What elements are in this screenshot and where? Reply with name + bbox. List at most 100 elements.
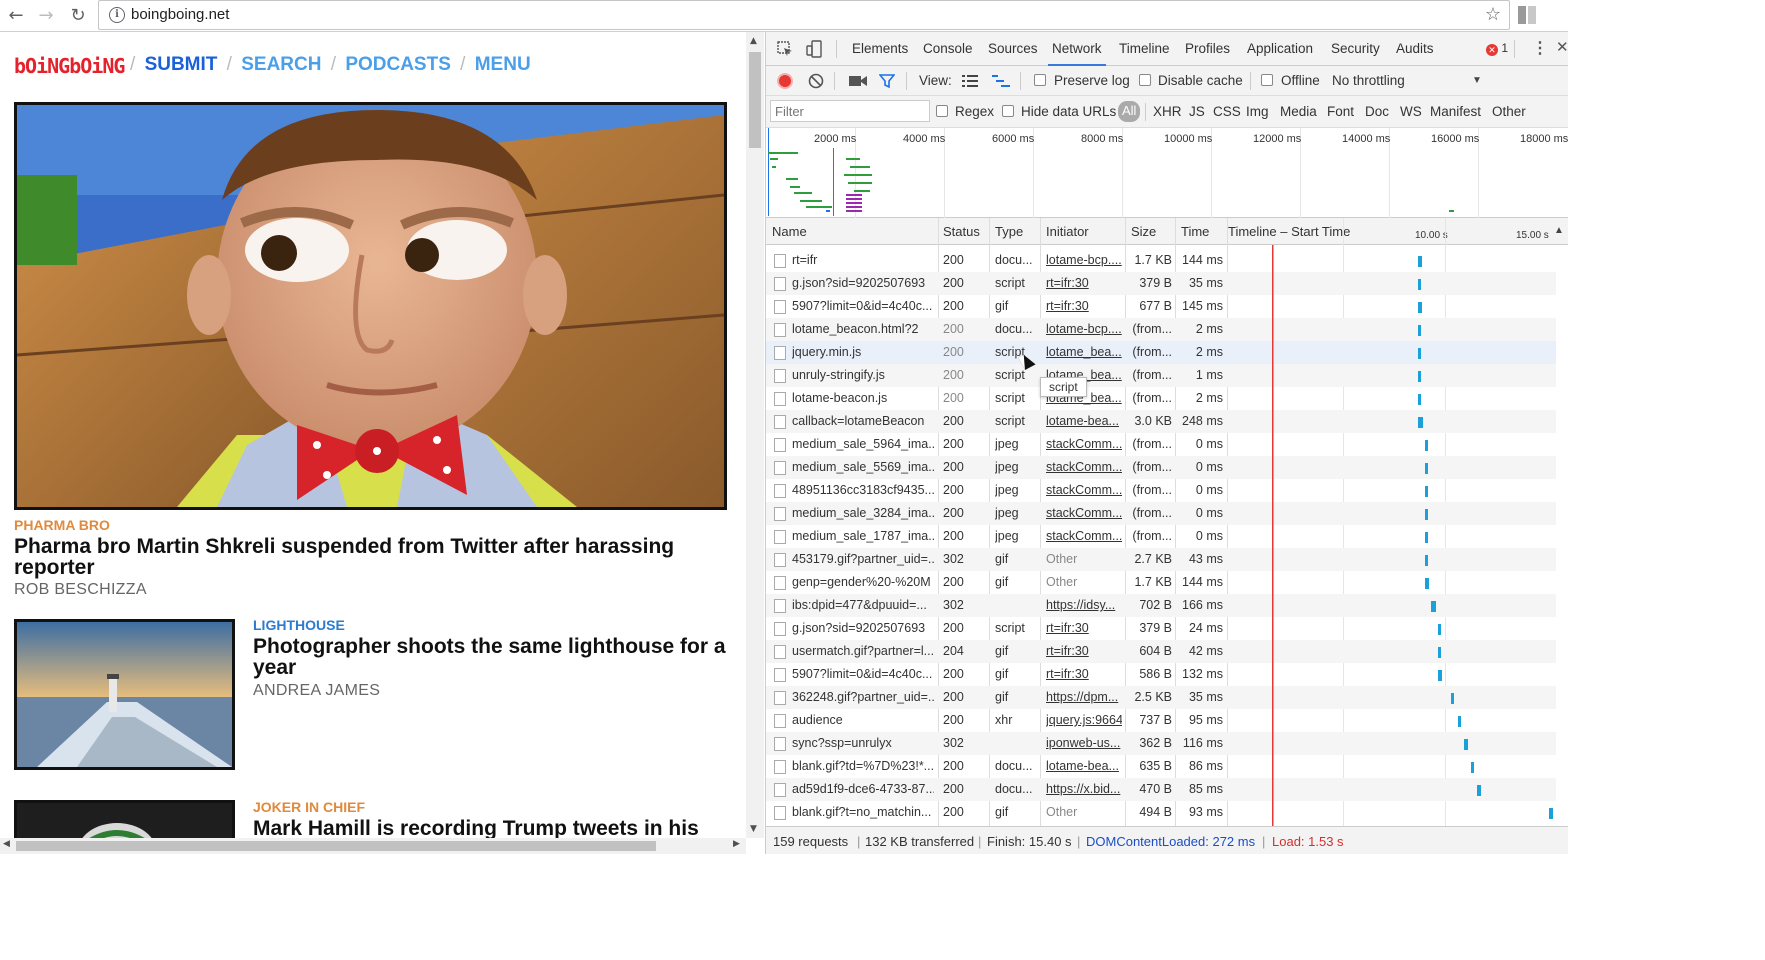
request-row[interactable]: jquery.min.js 200 script lotame_bea... (from…	[766, 341, 1556, 364]
scroll-down-icon[interactable]: ▼	[750, 824, 757, 834]
waterfall-bar[interactable]	[1424, 440, 1428, 451]
waterfall-bar[interactable]	[1424, 509, 1428, 520]
throttling-select[interactable]: No throttling	[1332, 73, 1405, 88]
tab-elements[interactable]: Elements	[852, 41, 908, 56]
column-size[interactable]: Size	[1131, 224, 1156, 239]
request-row[interactable]: 5907?limit=0&id=4c40c... 200 gif rt=ifr:30 5…	[766, 663, 1556, 686]
article-byline[interactable]: ROB BESCHIZZA	[14, 581, 147, 599]
waterfall-bar[interactable]	[1457, 716, 1461, 727]
request-row[interactable]: blank.gif?td=%7D%23!*... 200 docu... lotame…	[766, 755, 1556, 778]
cell-initiator[interactable]: https://dpm...	[1046, 690, 1122, 704]
cell-initiator[interactable]: jquery.js:9664	[1046, 713, 1122, 727]
waterfall-overview-icon[interactable]	[992, 74, 1010, 88]
request-row[interactable]: ibs:dpid=477&dpuuid=... 302 https://idsy..…	[766, 594, 1556, 617]
type-filter-doc[interactable]: Doc	[1365, 104, 1389, 119]
hide-data-urls-checkbox[interactable]	[1002, 105, 1014, 117]
type-filter-js[interactable]: JS	[1189, 104, 1205, 119]
record-icon[interactable]	[777, 73, 793, 89]
request-row[interactable]: 362248.gif?partner_uid=... 200 gif https://…	[766, 686, 1556, 709]
dropdown-arrow-icon[interactable]: ▼	[1472, 75, 1482, 86]
request-row[interactable]: 5907?limit=0&id=4c40c... 200 gif rt=ifr:30 6…	[766, 295, 1556, 318]
waterfall-bar[interactable]	[1424, 486, 1428, 497]
cell-initiator[interactable]: lotame-bea...	[1046, 759, 1122, 773]
close-icon[interactable]: ✕	[1556, 38, 1568, 56]
request-row[interactable]: medium_sale_1787_ima... 200 jpeg stackComm.…	[766, 525, 1556, 548]
nav-search[interactable]: SEARCH	[241, 54, 321, 75]
article-byline[interactable]: ANDREA JAMES	[253, 682, 380, 700]
article-headline[interactable]: Pharma bro Martin Shkreli suspended from…	[14, 536, 724, 578]
nav-podcasts[interactable]: PODCASTS	[345, 54, 451, 75]
request-row[interactable]: 48951136cc3183cf9435... 200 jpeg stackComm.…	[766, 479, 1556, 502]
waterfall-bar[interactable]	[1418, 256, 1423, 267]
clear-icon[interactable]	[808, 73, 824, 89]
article-headline[interactable]: Photographer shoots the same lighthouse …	[253, 636, 733, 678]
scroll-right-icon[interactable]: ▶	[733, 839, 740, 849]
request-row[interactable]: medium_sale_5569_ima... 200 jpeg stackComm.…	[766, 456, 1556, 479]
tab-application[interactable]: Application	[1247, 41, 1313, 56]
inspect-element-icon[interactable]	[776, 40, 794, 58]
article-headline[interactable]: Mark Hamill is recording Trump tweets in…	[253, 818, 733, 838]
cell-initiator[interactable]: iponweb-us...	[1046, 736, 1122, 750]
scroll-left-icon[interactable]: ◀	[3, 839, 10, 849]
network-overview[interactable]: 2000 ms 4000 ms 6000 ms 8000 ms 10000 ms…	[766, 128, 1568, 218]
cell-initiator[interactable]: rt=ifr:30	[1046, 299, 1122, 313]
cell-initiator[interactable]: rt=ifr:30	[1046, 667, 1122, 681]
forward-icon[interactable]: →	[34, 4, 58, 28]
offline-checkbox[interactable]	[1261, 74, 1273, 86]
filter-input[interactable]	[770, 100, 930, 122]
disable-cache-checkbox[interactable]	[1139, 74, 1151, 86]
cell-initiator[interactable]: stackComm...	[1046, 506, 1122, 520]
cell-initiator[interactable]: lotame_bea...	[1046, 345, 1122, 359]
waterfall-bar[interactable]	[1424, 532, 1428, 543]
reload-icon[interactable]: ↻	[66, 4, 90, 28]
column-timeline[interactable]: Timeline – Start Time	[1228, 224, 1350, 239]
request-row[interactable]: usermatch.gif?partner=l... 204 gif rt=ifr:3…	[766, 640, 1556, 663]
type-filter-media[interactable]: Media	[1280, 104, 1317, 119]
bookmark-star-icon[interactable]: ☆	[1485, 4, 1501, 25]
request-row[interactable]: sync?ssp=unrulyx 302 iponweb-us... 362 B 116…	[766, 732, 1556, 755]
lighthouse-thumbnail[interactable]	[14, 619, 235, 770]
request-row[interactable]: callback=lotameBeacon 200 script lotame-bea…	[766, 410, 1556, 433]
more-options-icon[interactable]: ⋮	[1532, 38, 1548, 58]
cell-initiator[interactable]: lotame-bcp....	[1046, 253, 1122, 267]
tab-sources[interactable]: Sources	[988, 41, 1038, 56]
cell-initiator[interactable]: rt=ifr:30	[1046, 644, 1122, 658]
back-icon[interactable]: ←	[4, 4, 28, 28]
waterfall-bar[interactable]	[1424, 578, 1429, 589]
joker-thumbnail[interactable]	[14, 800, 235, 838]
cell-initiator[interactable]: stackComm...	[1046, 483, 1122, 497]
request-row[interactable]: blank.gif?t=no_matchin... 200 gif Other 494 …	[766, 801, 1556, 824]
info-icon[interactable]: i	[109, 7, 125, 23]
address-bar[interactable]: i boingboing.net ☆	[98, 0, 1510, 30]
waterfall-bar[interactable]	[1418, 371, 1422, 382]
preserve-log-checkbox[interactable]	[1034, 74, 1046, 86]
request-row[interactable]: medium_sale_5964_ima... 200 jpeg stackComm.…	[766, 433, 1556, 456]
column-name[interactable]: Name	[772, 224, 807, 239]
waterfall-bar[interactable]	[1424, 463, 1428, 474]
type-filter-css[interactable]: CSS	[1213, 104, 1241, 119]
scrollbar-thumb[interactable]	[749, 52, 761, 148]
tab-network[interactable]: Network	[1052, 41, 1102, 56]
waterfall-bar[interactable]	[1418, 302, 1423, 313]
waterfall-bar[interactable]	[1437, 624, 1441, 635]
waterfall-bar[interactable]	[1437, 647, 1441, 658]
tab-timeline[interactable]: Timeline	[1119, 41, 1170, 56]
nav-menu[interactable]: MENU	[475, 54, 531, 75]
request-row[interactable]: lotame_beacon.html?2 200 docu... lotame-bcp…	[766, 318, 1556, 341]
cell-initiator[interactable]: stackComm...	[1046, 529, 1122, 543]
type-filter-manifest[interactable]: Manifest	[1430, 104, 1481, 119]
nav-submit[interactable]: SUBMIT	[145, 54, 218, 75]
page-horizontal-scrollbar[interactable]: ◀ ▶	[0, 838, 746, 854]
scrollbar-thumb[interactable]	[16, 841, 656, 851]
waterfall-bar[interactable]	[1431, 601, 1436, 612]
error-counter[interactable]: ✕ 1	[1486, 41, 1508, 56]
waterfall-bar[interactable]	[1418, 417, 1424, 428]
capture-screenshots-icon[interactable]	[849, 74, 867, 88]
hero-image[interactable]	[14, 102, 727, 510]
article-category[interactable]: LIGHTHOUSE	[253, 617, 345, 633]
tab-profiles[interactable]: Profiles	[1185, 41, 1230, 56]
tab-console[interactable]: Console	[923, 41, 973, 56]
cell-initiator[interactable]: stackComm...	[1046, 437, 1122, 451]
scroll-up-icon[interactable]: ▲	[750, 36, 757, 46]
tab-audits[interactable]: Audits	[1396, 41, 1434, 56]
